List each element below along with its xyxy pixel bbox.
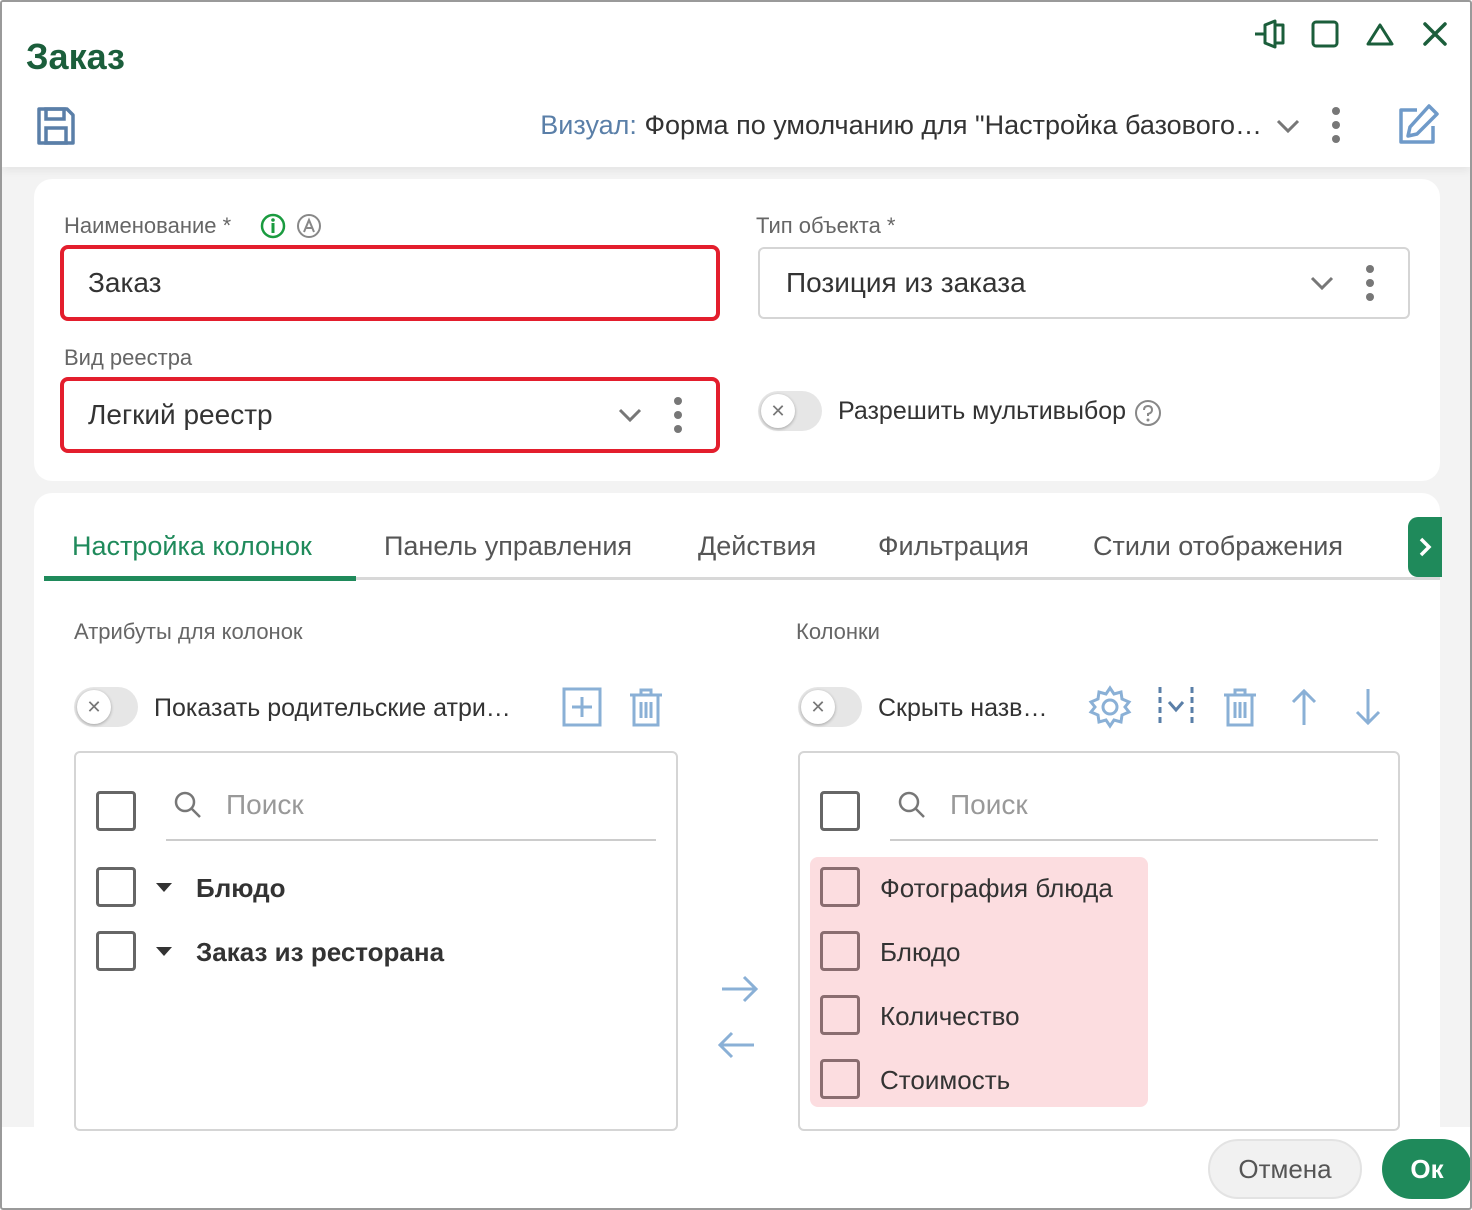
registry-label: Вид реестра <box>64 345 193 370</box>
tab-control-panel[interactable]: Панель управления <box>384 531 632 562</box>
name-input[interactable]: Заказ <box>60 245 720 321</box>
attributes-list: Поиск Блюдо Заказ из ресторана <box>74 751 678 1131</box>
attributes-search[interactable]: Поиск <box>166 783 656 841</box>
columns-section-label: Колонки <box>796 619 880 644</box>
chevron-down-icon[interactable] <box>614 399 646 431</box>
visual-label: Визуал: <box>540 110 637 140</box>
dialog-title: Заказ <box>26 36 125 77</box>
help-icon[interactable] <box>1134 399 1162 427</box>
close-icon[interactable] <box>1417 16 1453 52</box>
arrow-right-icon[interactable] <box>718 969 762 1009</box>
chevron-down-icon[interactable] <box>1306 267 1338 299</box>
tree-item-checkbox[interactable] <box>96 931 136 971</box>
object-type-label: Тип объекта * <box>756 213 896 238</box>
settings-card: Настройка колонок Панель управления Дейс… <box>34 493 1442 1133</box>
auto-translate-icon[interactable] <box>296 213 322 239</box>
info-icon[interactable] <box>260 213 286 239</box>
visual-value: Форма по умолчанию для "Настройка базово… <box>644 110 1262 140</box>
save-icon[interactable] <box>34 104 78 148</box>
trash-icon[interactable] <box>624 685 668 729</box>
tab-display-styles[interactable]: Стили отображения <box>1093 531 1343 562</box>
pin-icon[interactable] <box>1252 16 1288 52</box>
search-icon <box>172 789 204 821</box>
column-item-checkbox[interactable] <box>820 931 860 971</box>
column-item-checkbox[interactable] <box>820 995 860 1035</box>
chevron-right-icon <box>1419 537 1432 557</box>
arrow-down-icon[interactable] <box>1346 685 1390 729</box>
tree-item-label: Заказ из ресторана <box>196 937 445 967</box>
visual-selector[interactable]: Визуал: Форма по умолчанию для "Настройк… <box>540 110 1262 141</box>
multiselect-label: Разрешить мультивыбор <box>838 397 1127 425</box>
hide-names-label: Скрыть назв… <box>878 694 1048 722</box>
caret-down-icon[interactable] <box>156 883 172 892</box>
hide-names-toggle[interactable]: ✕ <box>798 687 862 727</box>
more-vertical-icon[interactable] <box>1318 102 1354 148</box>
collapse-icon[interactable] <box>1362 16 1398 52</box>
dialog-window: Заказ Визуал: Форма по умолчанию для "На… <box>0 0 1472 1210</box>
show-parent-attrs-toggle[interactable]: ✕ <box>74 687 138 727</box>
more-vertical-icon[interactable] <box>1360 261 1380 305</box>
name-label: Наименование * <box>64 213 232 238</box>
arrow-left-icon[interactable] <box>714 1025 758 1065</box>
show-parent-attrs-label: Показать родительские атри… <box>154 694 511 722</box>
multiselect-toggle[interactable]: ✕ <box>758 391 822 431</box>
columns-search[interactable]: Поиск <box>890 783 1378 841</box>
search-placeholder: Поиск <box>226 789 304 820</box>
select-all-checkbox[interactable] <box>820 791 860 831</box>
maximize-icon[interactable] <box>1307 16 1343 52</box>
tree-item-checkbox[interactable] <box>96 867 136 907</box>
dialog-content: Наименование * Заказ Тип объекта * Позиц… <box>2 167 1470 1133</box>
tab-scroll-right-button[interactable] <box>1408 517 1442 577</box>
caret-down-icon[interactable] <box>156 947 172 956</box>
search-icon <box>896 789 928 821</box>
tab-actions[interactable]: Действия <box>698 531 816 562</box>
column-item-checkbox[interactable] <box>820 867 860 907</box>
toggle-off-icon: ✕ <box>801 690 835 724</box>
trash-icon[interactable] <box>1218 685 1262 729</box>
gear-icon[interactable] <box>1088 685 1132 729</box>
add-icon[interactable] <box>560 685 604 729</box>
column-item-label: Фотография блюда <box>880 873 1113 903</box>
column-select-icon[interactable] <box>1154 685 1198 729</box>
column-item-checkbox[interactable] <box>820 1059 860 1099</box>
attributes-section-label: Атрибуты для колонок <box>74 619 303 644</box>
toggle-off-icon: ✕ <box>761 394 795 428</box>
chevron-down-icon[interactable] <box>1272 110 1304 142</box>
dialog-header: Заказ Визуал: Форма по умолчанию для "На… <box>2 2 1470 167</box>
select-all-checkbox[interactable] <box>96 791 136 831</box>
column-item-label: Стоимость <box>880 1065 1011 1095</box>
edit-icon[interactable] <box>1395 102 1441 148</box>
column-item-label: Блюдо <box>880 937 961 967</box>
search-placeholder: Поиск <box>950 789 1028 820</box>
tab-columns-settings[interactable]: Настройка колонок <box>72 531 312 562</box>
tab-filtering[interactable]: Фильтрация <box>878 531 1029 562</box>
more-vertical-icon[interactable] <box>668 393 688 437</box>
toggle-off-icon: ✕ <box>77 690 111 724</box>
active-tab-indicator <box>44 576 356 581</box>
registry-value: Легкий реестр <box>88 399 273 430</box>
main-fields-card: Наименование * Заказ Тип объекта * Позиц… <box>34 179 1440 481</box>
ok-button[interactable]: Ок <box>1382 1139 1470 1199</box>
tree-item-label: Блюдо <box>196 873 286 903</box>
tab-bar: Настройка колонок Панель управления Дейс… <box>44 523 1440 583</box>
arrow-up-icon[interactable] <box>1282 685 1326 729</box>
columns-list: Поиск Фотография блюда Блюдо Количество … <box>798 751 1400 1131</box>
column-item-label: Количество <box>880 1001 1020 1031</box>
cancel-button[interactable]: Отмена <box>1208 1139 1362 1199</box>
object-type-value: Позиция из заказа <box>786 267 1026 298</box>
